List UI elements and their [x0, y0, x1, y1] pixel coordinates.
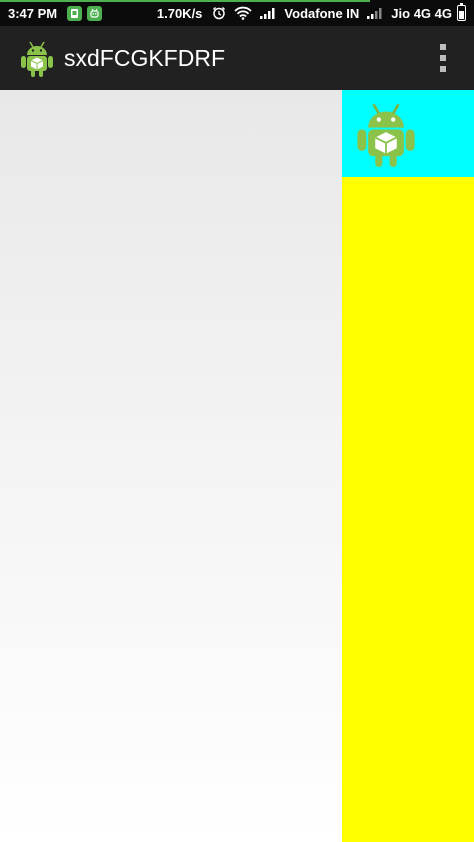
side-panel-header[interactable] [342, 90, 474, 177]
side-panel [342, 90, 474, 842]
status-bar: 3:47 PM 1.70K/s Vodafone IN Jio 4G 4G [0, 0, 474, 26]
android-icon [21, 41, 53, 77]
sim-app-icon [67, 5, 83, 21]
wifi-icon [234, 6, 253, 20]
network-speed: 1.70K/s [156, 5, 203, 21]
status-right: 1.70K/s Vodafone IN Jio 4G 4G [157, 0, 466, 26]
signal-icon [260, 7, 276, 19]
signal-icon [367, 7, 383, 19]
carrier-name-2: Jio 4G 4G [391, 5, 452, 21]
action-bar: sxdFCGKFDRF [0, 26, 474, 90]
overflow-menu-icon[interactable] [438, 44, 448, 72]
alarm-icon [212, 6, 226, 20]
android-app-icon [87, 5, 103, 21]
android-icon [357, 103, 415, 167]
carrier-name-1: Vodafone IN [284, 5, 360, 21]
status-left: 3:47 PM [8, 0, 107, 26]
battery-icon [457, 3, 466, 21]
app-title: sxdFCGKFDRF [64, 45, 225, 71]
status-time: 3:47 PM [8, 5, 58, 21]
main-content-area [0, 90, 342, 842]
